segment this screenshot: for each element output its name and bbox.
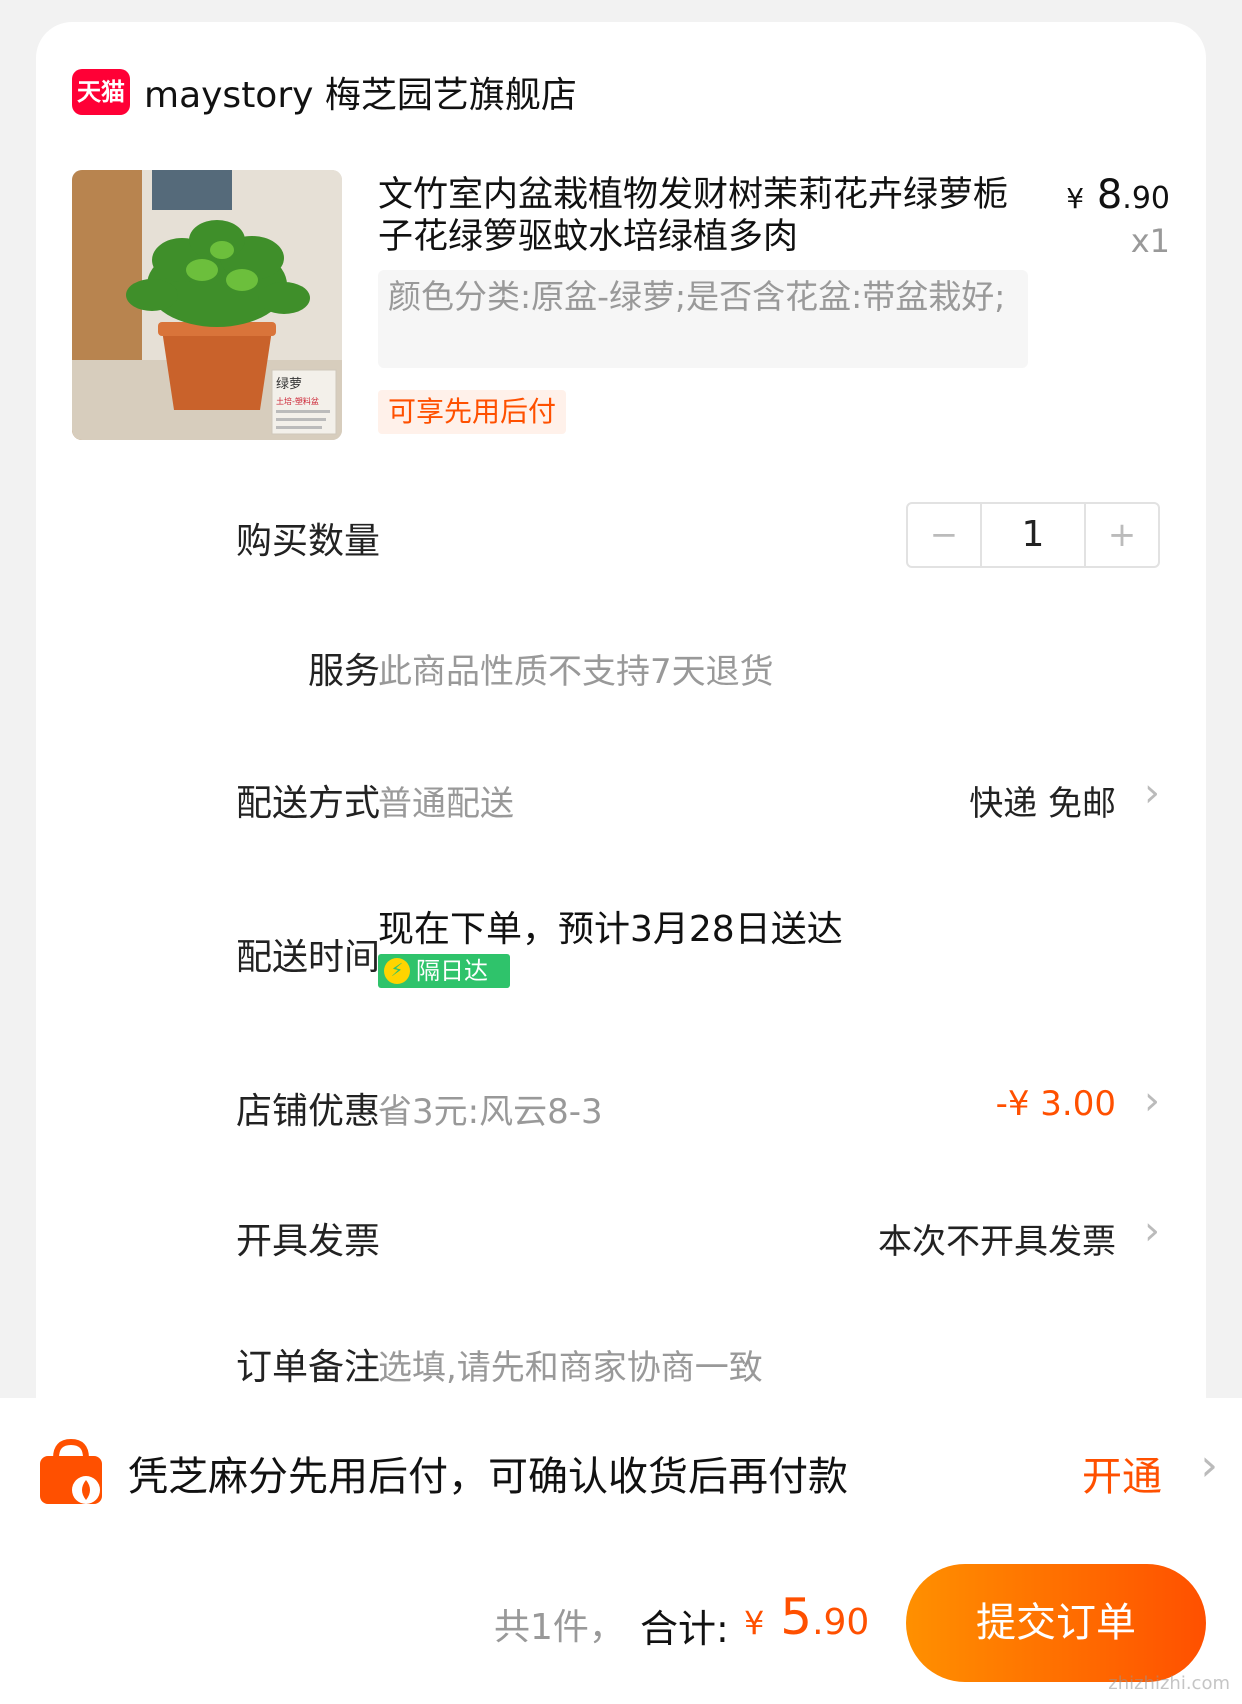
price-int: 8 bbox=[1096, 172, 1123, 218]
bnpl-text: 凭芝麻分先用后付，可确认收货后再付款 bbox=[128, 1454, 848, 1500]
total-int: 5 bbox=[764, 1588, 813, 1646]
service-label: 服务 bbox=[307, 651, 380, 692]
store-header[interactable]: 天猫 maystory 梅芝园艺旗舰店 bbox=[72, 64, 577, 120]
chevron-right-icon[interactable]: › bbox=[1134, 770, 1170, 816]
sku-selector[interactable]: 颜色分类:原盆-绿萝;是否含花盆:带盆栽好; bbox=[378, 270, 1028, 368]
invoice-label: 开具发票 bbox=[235, 1221, 380, 1262]
bnpl-tag: 可享先用后付 bbox=[378, 390, 567, 434]
watermark: zhizhizhi.com bbox=[1108, 1673, 1230, 1694]
total-symbol: ¥ bbox=[744, 1604, 765, 1642]
total-label: 合计: bbox=[640, 1607, 729, 1651]
chevron-right-icon[interactable]: › bbox=[1134, 1208, 1170, 1254]
image-caption: 土培-塑料盆 bbox=[276, 396, 319, 406]
checkout-footer: 共1件， 合计: ¥ 5.90 提交订单 zhizhizhi.com bbox=[0, 1542, 1242, 1704]
next-day-badge: ⚡ 隔日达 bbox=[378, 954, 510, 988]
store-name[interactable]: maystory 梅芝园艺旗舰店 bbox=[144, 66, 577, 118]
store-discount-desc: 省3元:风云8-3 bbox=[378, 1092, 603, 1132]
bnpl-bar[interactable]: 凭芝麻分先用后付，可确认收货后再付款 开通 › bbox=[0, 1398, 1242, 1542]
order-card: 天猫 maystory 梅芝园艺旗舰店 绿萝 土培-塑料盆 文竹室内盆栽植物发财… bbox=[36, 22, 1206, 1462]
product-price: ¥ 8.90 bbox=[1066, 172, 1170, 218]
invoice-option[interactable]: 本次不开具发票 bbox=[878, 1214, 1116, 1263]
quantity-value[interactable]: 1 bbox=[980, 504, 1086, 566]
total-dec: .90 bbox=[812, 1602, 870, 1643]
price-symbol: ¥ bbox=[1066, 182, 1085, 215]
delivery-estimate: 现在下单，预计3月28日送达 bbox=[378, 909, 843, 950]
shipping-method: 普通配送 bbox=[378, 784, 514, 824]
shipping-option[interactable]: 快递 免邮 bbox=[969, 776, 1116, 825]
product-title[interactable]: 文竹室内盆栽植物发财树茉莉花卉绿萝栀子花绿箩驱蚊水培绿植多肉 bbox=[378, 174, 1018, 258]
price-dec: .90 bbox=[1122, 181, 1170, 216]
bnpl-open-button[interactable]: 开通 bbox=[1082, 1444, 1162, 1502]
next-day-label: 隔日达 bbox=[416, 957, 488, 985]
quantity-label: 购买数量 bbox=[235, 521, 380, 562]
order-note-label: 订单备注 bbox=[235, 1347, 380, 1388]
service-value: 此商品性质不支持7天退货 bbox=[378, 652, 774, 692]
image-label: 绿萝 bbox=[276, 377, 302, 392]
quantity-stepper[interactable]: − 1 + bbox=[906, 502, 1160, 568]
order-note-input[interactable]: 选填,请先和商家协商一致 bbox=[378, 1340, 763, 1389]
lightning-icon: ⚡ bbox=[384, 958, 410, 984]
submit-order-button[interactable]: 提交订单 bbox=[906, 1564, 1206, 1682]
product-image[interactable]: 绿萝 土培-塑料盆 bbox=[72, 170, 342, 440]
delivery-time-label: 配送时间 bbox=[235, 937, 380, 978]
product-quantity: x1 bbox=[1130, 222, 1170, 260]
shipping-label: 配送方式 bbox=[235, 783, 380, 824]
total-amount: ¥ 5.90 bbox=[744, 1588, 869, 1646]
item-count: 共1件， bbox=[494, 1607, 625, 1648]
chevron-right-icon[interactable]: › bbox=[1200, 1440, 1218, 1491]
store-discount-amount[interactable]: -¥ 3.00 bbox=[996, 1084, 1116, 1124]
increment-button[interactable]: + bbox=[1086, 504, 1158, 566]
tmall-logo: 天猫 bbox=[72, 69, 130, 115]
chevron-right-icon[interactable]: › bbox=[1134, 1078, 1170, 1124]
shopping-bag-icon bbox=[40, 1438, 102, 1504]
decrement-button[interactable]: − bbox=[908, 504, 980, 566]
store-discount-label: 店铺优惠 bbox=[235, 1091, 380, 1132]
